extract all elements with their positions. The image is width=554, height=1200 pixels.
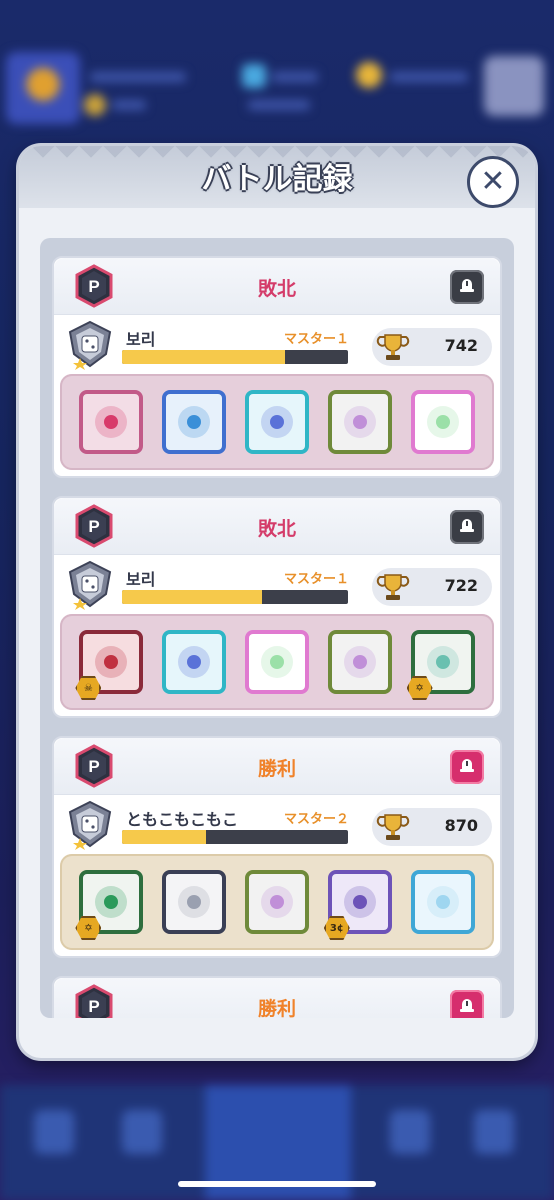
rank-emblem-icon — [66, 320, 114, 370]
trophy-icon — [376, 572, 410, 602]
dice-pip-glow — [178, 646, 211, 678]
lobby-nav-clan-icon — [390, 1110, 430, 1154]
lobby-gem-count — [272, 72, 318, 82]
battle-result: 敗北 — [257, 518, 296, 540]
dice-class-badge-icon: ☠ — [75, 676, 102, 700]
dice-pip-glow — [343, 406, 376, 438]
rank-emblem-icon — [66, 800, 114, 850]
dice-pip-glow — [426, 406, 459, 438]
opponent-name: ともこもこもこ — [126, 810, 239, 829]
battle-record-list[interactable]: P 敗北 보리 マスター１ 742 P 敗北 보리 マスター１ 722 ☠ ✡ P 勝利 ともこもこもこ マス… — [40, 238, 514, 1018]
dice-pip-glow — [343, 646, 376, 678]
trophy-count-box: 742 — [372, 328, 492, 366]
alert-icon — [457, 755, 477, 779]
dice-pip-glow — [260, 646, 293, 678]
rainbow-dice-icon[interactable] — [410, 390, 475, 454]
dice-pip-glow — [178, 886, 211, 918]
crystal-dice-icon[interactable] — [410, 870, 475, 934]
battle-record-card[interactable]: P 勝利 — [52, 976, 502, 1018]
battle-result: 敗北 — [257, 278, 296, 300]
alert-icon — [457, 275, 477, 299]
water-dice-icon[interactable] — [162, 630, 227, 694]
dice-pip-glow — [178, 406, 211, 438]
trophy-icon — [376, 332, 410, 362]
dice-pip-glow — [95, 406, 128, 438]
report-button[interactable] — [450, 270, 484, 304]
dice-pip-glow — [426, 646, 459, 678]
close-button[interactable]: ✕ — [467, 156, 519, 208]
rank-progress-bar — [122, 590, 348, 604]
trophy-count: 870 — [444, 816, 478, 835]
rank-emblem-icon — [66, 560, 114, 610]
opponent-deck: ✡ 3¢ — [60, 854, 494, 950]
infinity-dice-icon[interactable] — [327, 630, 392, 694]
lobby-player-name — [90, 72, 186, 82]
report-button[interactable] — [450, 750, 484, 784]
rank-progress-bar — [122, 830, 348, 844]
wind-dice-icon[interactable] — [162, 390, 227, 454]
water-dice-icon[interactable] — [244, 390, 309, 454]
rank-progress-fill — [122, 590, 263, 604]
dice-class-badge-icon: ✡ — [406, 676, 433, 700]
lobby-nav-event-icon — [474, 1110, 514, 1154]
report-button[interactable] — [450, 990, 484, 1018]
lobby-avatar — [6, 52, 80, 124]
time-dice-icon[interactable]: 3¢ — [323, 870, 392, 940]
infinity-dice-icon[interactable] — [327, 390, 392, 454]
lobby-nav-shop-icon — [34, 1110, 74, 1154]
trophy-count-box: 722 — [372, 568, 492, 606]
trophy-count: 742 — [444, 336, 478, 355]
modal-title: バトル記録 — [201, 162, 353, 197]
dice-pip-glow — [260, 886, 293, 918]
opponent-rank: マスター１ — [284, 572, 350, 587]
sword-dice-icon[interactable] — [79, 390, 144, 454]
dice-pip-glow — [426, 886, 459, 918]
lobby-menu-button — [484, 56, 544, 116]
lobby-nav-dice-icon — [122, 1110, 162, 1154]
battle-result: 勝利 — [257, 758, 296, 780]
lobby-rank-icon — [84, 94, 106, 116]
opponent-rank: マスター２ — [284, 812, 350, 827]
battle-record-modal: バトル記録 ✕ P 敗北 보리 マスター１ 742 P 敗北 보리 マスター１ 722 ☠ ✡ P 勝利と… — [19, 146, 535, 1058]
opponent-rank: マスター１ — [284, 332, 350, 347]
trophy-count-box: 870 — [372, 808, 492, 846]
dice-class-badge-icon: ✡ — [75, 916, 102, 940]
dice-pip-glow — [95, 886, 128, 918]
alert-icon — [457, 515, 477, 539]
lobby-gem-icon — [242, 64, 266, 88]
sword-dice-icon[interactable] — [162, 870, 227, 934]
home-indicator — [178, 1181, 376, 1187]
opponent-deck — [60, 374, 494, 470]
summoner-dice-icon[interactable]: ✡ — [406, 630, 475, 700]
curse-dice-icon[interactable]: ☠ — [75, 630, 144, 700]
opponent-name: 보리 — [126, 330, 156, 349]
dice-pip-glow — [95, 646, 128, 678]
close-icon: ✕ — [480, 164, 506, 199]
dice-pip-glow — [343, 886, 376, 918]
trophy-count: 722 — [444, 576, 478, 595]
opponent-deck: ☠ ✡ — [60, 614, 494, 710]
rainbow-dice-icon[interactable] — [244, 630, 309, 694]
lobby-gold-icon — [356, 62, 382, 88]
modal-header: バトル記録 — [19, 146, 535, 208]
report-button[interactable] — [450, 510, 484, 544]
trophy-icon — [376, 812, 410, 842]
opponent-name: 보리 — [126, 570, 156, 589]
battle-record-card[interactable]: P 敗北 보리 マスター１ 742 — [52, 256, 502, 478]
dice-class-badge-icon: 3¢ — [323, 916, 350, 940]
lobby-gem-sub — [248, 100, 310, 110]
summoner-dice-icon[interactable]: ✡ — [75, 870, 144, 940]
lobby-player-level — [112, 100, 146, 110]
alert-icon — [457, 995, 477, 1018]
lobby-gold-count — [390, 72, 468, 82]
battle-record-card[interactable]: P 敗北 보리 マスター１ 722 ☠ ✡ — [52, 496, 502, 718]
rank-progress-fill — [122, 350, 285, 364]
rank-progress-bar — [122, 350, 348, 364]
dice-pip-glow — [260, 406, 293, 438]
battle-result: 勝利 — [257, 998, 296, 1018]
rank-progress-fill — [122, 830, 206, 844]
infinity-dice-icon[interactable] — [244, 870, 309, 934]
battle-record-card[interactable]: P 勝利 ともこもこもこ マスター２ 870 ✡ 3¢ — [52, 736, 502, 958]
